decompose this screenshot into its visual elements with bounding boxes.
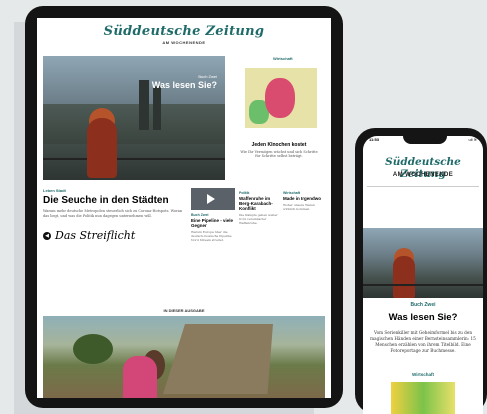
phone-notch — [403, 136, 447, 144]
hero-city — [43, 104, 225, 144]
col2-description: Warum Europa über die deutsch-russische … — [191, 230, 232, 242]
side-article[interactable]: Wirtschaft Jeden Klnochen kostet Wie Ihr… — [233, 56, 325, 180]
status-time: 11:53 — [369, 137, 380, 142]
col4-title: Made in Irgendwo — [283, 196, 322, 201]
phone-divider — [367, 186, 479, 187]
tablet-device: Süddeutsche Zeitung AM WOCHENENDE Buch Z… — [25, 6, 343, 408]
side-description: Wie Ihr Vermögen wächst und sich Schritt… — [240, 150, 318, 158]
masthead-subtitle: AM WOCHENENDE — [162, 40, 206, 45]
streiflicht-label: Das Streiflicht — [55, 229, 136, 242]
side-title: Jeden Klnochen kostet — [251, 142, 307, 148]
phone-description: Vom Serienkiller mit Geheimformel bis zu… — [370, 330, 476, 353]
col2-kicker: Buch Zwei — [191, 213, 209, 217]
phone-hero-rail — [363, 284, 483, 286]
phone-illustration[interactable] — [391, 382, 455, 414]
article-col-2[interactable]: Buch Zwei Eine Pipeline - viele Gegner W… — [191, 188, 235, 242]
illustration-face — [265, 78, 295, 118]
side-kicker: Wirtschaft — [273, 56, 293, 61]
hero-rail — [43, 158, 225, 160]
hero-spire-2 — [153, 86, 161, 130]
feature-kicker: Leben Stadt — [43, 188, 66, 193]
phone-hero-person — [393, 256, 415, 298]
side-illustration — [245, 68, 317, 128]
tablet-screen: Süddeutsche Zeitung AM WOCHENENDE Buch Z… — [37, 18, 331, 398]
article-col-3[interactable]: Politik Waffenruhe im Berg-Karabach-Konf… — [239, 188, 283, 225]
photo-child — [123, 356, 157, 398]
status-signal: ull ≋ — [468, 137, 477, 142]
article-row: Leben Stadt Die Seuche in den Städten Wa… — [43, 188, 325, 310]
speaker-icon: ◀ — [43, 231, 51, 240]
feature-description: Warum mehr deutsche Metropolen steuerlic… — [43, 209, 183, 218]
photo-tree — [73, 334, 113, 364]
col2-title: Eine Pipeline - viele Gegner — [191, 218, 234, 228]
hero-title: Was lesen Sie? — [151, 80, 217, 90]
section-label: IN DIESER AUSGABE — [163, 308, 205, 313]
col3-kicker: Politik — [239, 191, 250, 195]
hero-person — [87, 118, 117, 178]
streiflicht-link[interactable]: ◀ Das Streiflicht — [43, 229, 183, 242]
photo-hut — [163, 324, 273, 394]
phone-kicker: Buch Zwei — [410, 302, 436, 308]
hero-kicker: Buch Zwei — [198, 74, 217, 79]
masthead[interactable]: Süddeutsche Zeitung AM WOCHENENDE — [37, 18, 331, 45]
play-icon — [207, 194, 215, 204]
col4-kicker: Wirtschaft — [283, 191, 301, 195]
bottom-photo[interactable] — [43, 316, 325, 398]
article-col-4[interactable]: Wirtschaft Made in Irgendwo Woher unsere… — [283, 188, 327, 211]
col4-description: Woher unsere Waren wirklich kommen. — [283, 203, 315, 211]
video-thumbnail[interactable] — [191, 188, 235, 210]
hero-spire — [139, 80, 149, 130]
phone-screen: 11:53 ull ≋ Süddeutsche Zeitung AM WOCHE… — [363, 136, 483, 414]
hero-article[interactable]: Buch Zwei Was lesen Sie? — [43, 56, 225, 180]
phone-kicker-2: Wirtschaft — [412, 372, 434, 377]
feature-article[interactable]: Leben Stadt Die Seuche in den Städten Wa… — [43, 188, 183, 242]
phone-hero-photo[interactable] — [363, 228, 483, 298]
phone-masthead-subtitle: AM WOCHENENDE — [392, 172, 454, 178]
phone-device: 11:53 ull ≋ Süddeutsche Zeitung AM WOCHE… — [355, 128, 487, 414]
col3-title: Waffenruhe im Berg-Karabach-Konflikt — [239, 196, 273, 211]
col3-description: Die Kämpfe gehen weiter trotz vereinbart… — [239, 213, 278, 225]
phone-title[interactable]: Was lesen Sie? — [363, 312, 483, 323]
feature-title: Die Seuche in den Städten — [43, 195, 169, 206]
masthead-title: Süddeutsche Zeitung — [103, 24, 265, 39]
